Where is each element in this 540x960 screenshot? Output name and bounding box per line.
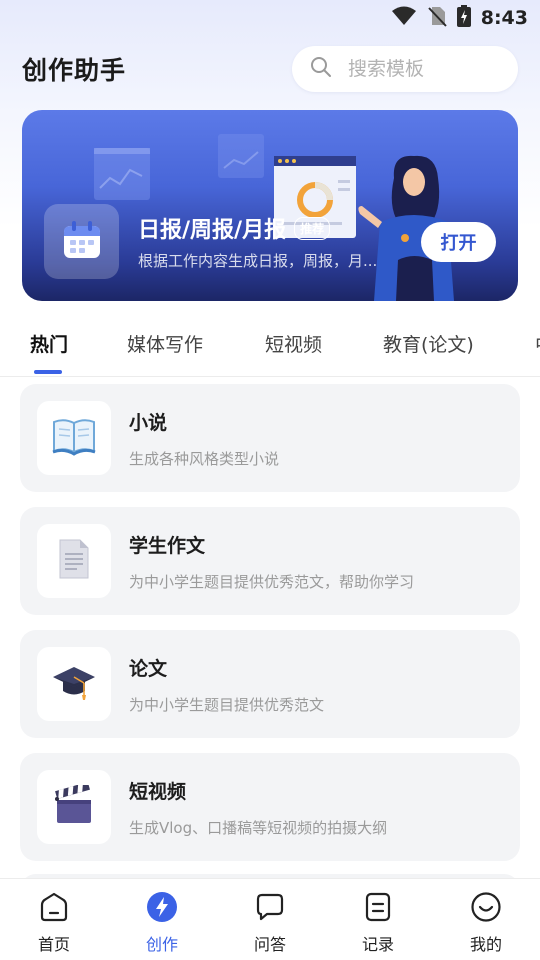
nav-qa[interactable]: 问答 <box>230 891 310 957</box>
card-icon-box <box>37 770 111 844</box>
banner-subtitle: 根据工作内容生成日报，周报，月... <box>138 252 378 270</box>
card-description: 生成Vlog、口播稿等短视频的拍摄大纲 <box>129 819 388 837</box>
nav-label: 首页 <box>37 935 70 954</box>
card-title: 论文 <box>129 658 168 680</box>
calendar-icon <box>60 218 104 266</box>
card-description: 生成各种风格类型小说 <box>129 450 280 468</box>
book-icon <box>51 416 97 460</box>
list-item[interactable]: 短视频 生成Vlog、口播稿等短视频的拍摄大纲 <box>20 753 520 861</box>
list-item[interactable]: 论文 为中小学生题目提供优秀范文 <box>20 630 520 738</box>
tab-media-writing[interactable]: 媒体写作 <box>127 330 203 357</box>
nav-label: 记录 <box>361 935 394 954</box>
search-bar[interactable] <box>292 46 518 92</box>
no-sim-icon <box>427 5 447 31</box>
tab-short-video[interactable]: 短视频 <box>265 330 322 357</box>
wifi-icon <box>391 6 417 30</box>
record-list-icon <box>362 891 394 927</box>
page-title: 创作助手 <box>22 56 127 85</box>
card-icon-box <box>37 401 111 475</box>
battery-charging-icon <box>456 5 471 31</box>
app-header: 创作助手 <box>22 46 518 92</box>
status-time: 8:43 <box>480 7 528 29</box>
tab-hot[interactable]: 热门 <box>30 330 68 357</box>
tab-more[interactable]: 中 <box>535 330 540 357</box>
graduation-cap-icon <box>51 661 97 707</box>
featured-banner[interactable]: 日报/周报/月报 推荐 根据工作内容生成日报，周报，月... 打开 <box>22 110 518 301</box>
banner-title: 日报/周报/月报 <box>138 218 287 243</box>
nav-create[interactable]: 创作 <box>122 891 202 957</box>
nav-profile[interactable]: 我的 <box>446 891 526 957</box>
lightning-icon <box>146 891 178 927</box>
card-description: 为中小学生题目提供优秀范文，帮助你学习 <box>129 573 415 591</box>
card-title: 短视频 <box>129 781 187 803</box>
home-icon <box>38 891 70 927</box>
smiley-icon <box>470 891 502 927</box>
nav-home[interactable]: 首页 <box>14 891 94 957</box>
nav-label: 我的 <box>469 935 502 954</box>
search-icon <box>310 56 332 82</box>
card-icon-box <box>37 524 111 598</box>
tab-education[interactable]: 教育(论文) <box>383 330 474 357</box>
list-item[interactable]: 学生作文 为中小学生题目提供优秀范文，帮助你学习 <box>20 507 520 615</box>
clapperboard-icon <box>53 781 95 829</box>
recommend-badge: 推荐 <box>294 216 331 240</box>
card-title: 小说 <box>129 412 168 434</box>
nav-records[interactable]: 记录 <box>338 891 418 957</box>
bottom-navigation: 首页 创作 问答 记录 我的 <box>0 878 540 960</box>
search-input[interactable] <box>348 58 498 80</box>
card-description: 为中小学生题目提供优秀范文 <box>129 696 325 714</box>
status-bar: 8:43 <box>0 0 540 36</box>
banner-app-icon <box>44 204 119 279</box>
banner-title-row: 日报/周报/月报 推荐 <box>138 212 331 244</box>
nav-label: 问答 <box>253 935 286 954</box>
open-button[interactable]: 打开 <box>421 222 496 262</box>
list-item[interactable]: 小说 生成各种风格类型小说 <box>20 384 520 492</box>
card-icon-box <box>37 647 111 721</box>
nav-label: 创作 <box>145 935 178 954</box>
category-tabs: 热门 媒体写作 短视频 教育(论文) 中 <box>0 322 540 377</box>
card-title: 学生作文 <box>129 535 206 557</box>
document-icon <box>57 538 91 584</box>
chat-bubble-icon <box>254 891 286 927</box>
tab-indicator <box>34 370 62 374</box>
